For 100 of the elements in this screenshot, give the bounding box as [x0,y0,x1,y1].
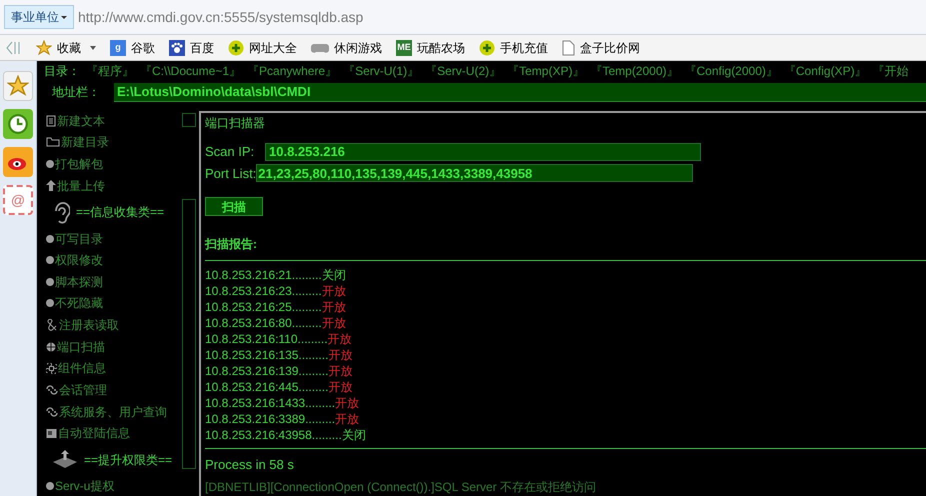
port-status: 开放 [328,362,352,379]
directory-link[interactable]: 『Temp(2000)』 [590,62,678,80]
scan-target: 10.8.253.216:135......... [205,346,328,363]
sidebar-link[interactable]: 不死隐藏 [55,294,103,312]
scan-target: 10.8.253.216:25......... [205,298,322,315]
bookmark-link[interactable]: 网址大全 [249,38,297,56]
folder-icon [46,137,60,148]
frame-box [182,113,196,127]
bookmark-link[interactable]: 玩酷农场 [417,38,465,56]
dot-icon [46,234,54,243]
port-status: 开放 [322,298,346,315]
bookmark-link[interactable]: 百度 [190,38,214,56]
sidebar-link[interactable]: Serv-u提权 [55,477,114,496]
directory-link[interactable]: 『程序』 [86,62,134,80]
dot-icon [46,160,54,168]
port-status: 开放 [335,394,360,411]
ear-icon [52,199,70,226]
dot-icon [46,299,54,308]
port-status: 开放 [322,282,346,299]
sidebar-link[interactable]: 脚本探测 [55,272,103,291]
url-text[interactable]: http://www.cmdi.gov.cn:5555/systemsqldb.asp [78,6,364,28]
dot-icon [46,482,54,490]
address-label: 地址栏： [52,84,100,101]
section-heading: ==提升权限类== [84,452,172,469]
bookmark-link[interactable]: 手机充值 [500,38,548,56]
sidebar-link[interactable]: 新建目录 [61,133,109,152]
scan-button[interactable]: 扫描 [205,197,263,216]
plus-circle-icon [479,40,495,56]
scan-target: 10.8.253.216:110......... [205,330,328,347]
scan-target: 10.8.253.216:80......... [205,314,322,331]
directory-link[interactable]: 『Serv-U(1)』 [343,62,420,80]
sidebar-link[interactable]: 自动登陆信息 [58,424,130,442]
directory-link[interactable]: 『Serv-U(2)』 [425,62,502,80]
scan-target: 10.8.253.216:3389......... [205,410,336,427]
directory-link[interactable]: 『Temp(XP)』 [507,62,584,80]
port-status: 开放 [328,378,352,395]
sidebar-link[interactable]: 注册表读取 [59,316,119,334]
scan-target: 10.8.253.216:43958......... [205,426,342,443]
screen-icon [46,428,57,439]
section-heading: ==信息收集类== [76,204,164,222]
document-icon [46,114,56,127]
curl-icon [46,384,58,395]
dot-icon [46,256,54,264]
port-status: 开放 [328,330,352,347]
sidebar-link[interactable]: 会话管理 [59,380,107,399]
directory-label: 目录： [44,63,80,80]
port-status: 关闭 [342,426,366,443]
scan-ip-field[interactable]: 10.8.253.216 [265,142,701,161]
directory-link[interactable]: 『Config(2000)』 [684,62,778,80]
clock-icon[interactable] [3,109,33,139]
logo-icon: ME [396,40,412,56]
field-label: Port List: [205,164,256,182]
ampersand-icon [46,319,58,332]
scan-target: 10.8.253.216:445......... [205,378,328,395]
zone-dropdown[interactable]: 事业单位 [4,5,74,29]
directory-link[interactable]: 『开始 [872,62,909,80]
eye-icon[interactable] [3,147,33,177]
bookmark-link[interactable]: 收藏 [57,38,81,56]
directory-link[interactable]: 『Pcanywhere』 [247,62,338,80]
scan-target: 10.8.253.216:139......... [205,362,328,379]
port-status: 开放 [335,410,360,427]
directory-link[interactable]: 『C:\\Docume~1』 [140,62,242,80]
bookmark-link[interactable]: 谷歌 [131,38,155,56]
arrow-up-icon [46,180,56,192]
field-label: Scan IP: [205,143,256,161]
command-icon [46,362,57,374]
upload-box-icon [52,450,78,470]
globe-icon [46,342,56,352]
scan-target: 10.8.253.216:21......... [205,266,322,283]
caret-icon [61,16,67,18]
plus-circle-icon [228,40,244,56]
port-status: 关闭 [322,266,346,283]
sidebar-link[interactable]: 新建文本 [57,112,105,130]
report-heading: 扫描报告: [205,236,258,253]
sidebar-link[interactable]: 可写目录 [55,230,103,248]
path-field[interactable]: E:\Lotus\Domino\data\sbl\CMDI [114,82,926,102]
directory-link[interactable]: 『Config(XP)』 [784,62,867,80]
sidebar-link[interactable]: 权限修改 [55,251,103,270]
dot-icon [46,278,54,286]
error-message: [DBNETLIB][ConnectionOpen (Connect()).]SQL Server 不存在或拒绝访问 [205,479,598,496]
logo-icon: g [110,40,126,56]
page-icon [562,40,575,56]
sidebar-link[interactable]: 批量上传 [57,176,105,195]
sidebar-link[interactable]: 端口扫描 [57,338,105,356]
scan-target: 10.8.253.216:23......... [205,282,322,299]
curl-icon [46,406,58,417]
back-arrow-icon[interactable] [6,40,22,54]
port-status: 开放 [322,314,346,331]
panel-title: 端口扫描器 [205,115,266,132]
port-status: 开放 [328,346,352,363]
bookmark-link[interactable]: 休闲游戏 [334,38,382,56]
process-time: Process in 58 s [205,456,295,474]
sidebar-link[interactable]: 打包解包 [55,155,103,174]
sidebar-link[interactable]: 组件信息 [58,359,106,378]
sidebar-link[interactable]: 系统服务、用户查询 [59,402,167,421]
paw-icon [169,40,185,56]
star-icon [36,40,52,56]
bookmark-link[interactable]: 盒子比价网 [580,38,640,56]
caret-icon[interactable] [90,46,96,50]
port-list-field[interactable]: 21,23,25,80,110,135,139,445,1433,3389,43958 [256,164,694,182]
